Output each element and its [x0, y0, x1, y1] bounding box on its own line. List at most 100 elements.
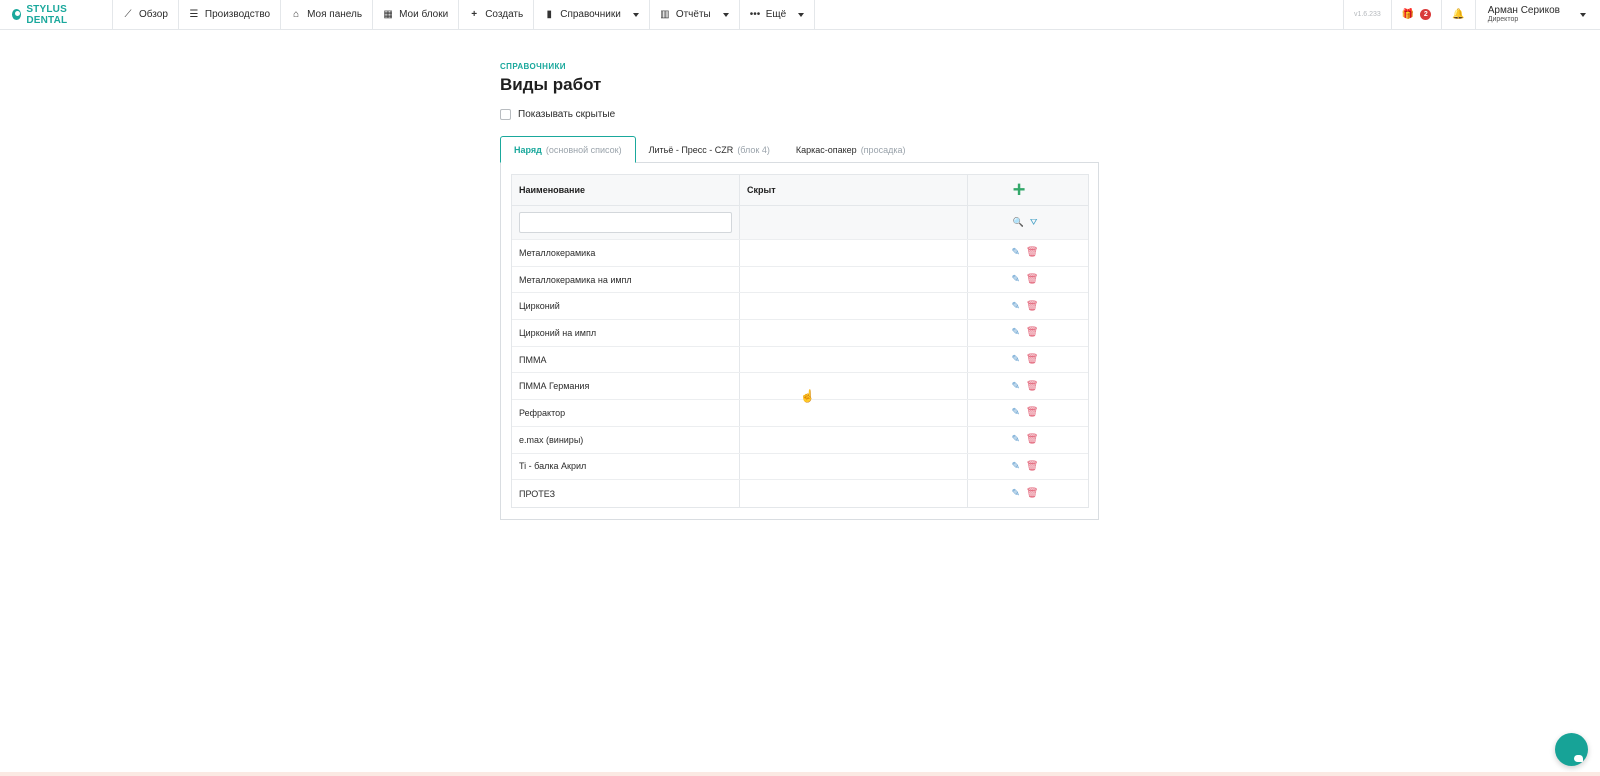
table-row[interactable]: Металлокерамика ✎ 🗑: [512, 240, 1088, 267]
list-icon: ☰: [189, 9, 199, 20]
show-hidden-toggle[interactable]: Показывать скрытые: [500, 109, 1100, 120]
plus-icon: +: [471, 9, 478, 20]
table-row[interactable]: Металлокерамика на импл ✎ 🗑: [512, 266, 1088, 294]
nav-reports[interactable]: ▥ Отчёты: [650, 0, 740, 29]
row-hidden-cell: [740, 400, 968, 426]
row-name-cell: ПРОТЕЗ: [512, 480, 740, 507]
edit-pencil-icon[interactable]: ✎: [1011, 488, 1019, 499]
add-button[interactable]: +: [1013, 179, 1026, 201]
notifications-button[interactable]: 🔔: [1441, 0, 1474, 29]
nav-more[interactable]: ••• Ещё: [740, 0, 816, 29]
row-name-cell: ПММА: [512, 346, 740, 373]
user-name: Арман Сериков: [1487, 5, 1560, 17]
show-hidden-checkbox[interactable]: [500, 109, 511, 120]
nav-overview[interactable]: ⟋ Обзор: [113, 0, 179, 29]
chat-widget-button[interactable]: [1555, 733, 1588, 766]
chart-line-icon: ⟋: [124, 9, 132, 20]
delete-trash-icon[interactable]: 🗑: [1026, 247, 1039, 258]
delete-trash-icon[interactable]: 🗑: [1026, 407, 1039, 418]
chevron-down-icon: [632, 12, 639, 17]
row-name-cell: Металлокерамика на импл: [512, 266, 740, 293]
gift-button[interactable]: 🎁 2: [1390, 0, 1441, 29]
delete-trash-icon[interactable]: 🗑: [1026, 488, 1039, 499]
work-types-table: Наименование Скрыт + 🔍 ⛛ Металлокерамика…: [511, 174, 1089, 508]
edit-pencil-icon[interactable]: ✎: [1011, 247, 1019, 258]
show-hidden-label: Показывать скрытые: [518, 109, 616, 120]
tabs: Наряд (основной список) Литьё - Пресс - …: [500, 136, 1100, 163]
edit-pencil-icon[interactable]: ✎: [1011, 354, 1019, 365]
row-name-cell: Ti - балка Акрил: [512, 453, 740, 480]
row-hidden-cell: [740, 293, 968, 320]
breadcrumb[interactable]: СПРАВОЧНИКИ: [500, 62, 1100, 71]
nav-my-panel-label: Моя панель: [307, 9, 363, 20]
table-row[interactable]: Ti - балка Акрил ✎ 🗑: [512, 453, 1088, 481]
row-name-cell: Металлокерамика: [512, 240, 740, 266]
row-hidden-cell: [740, 453, 968, 480]
delete-trash-icon[interactable]: 🗑: [1026, 461, 1039, 472]
app-version: v1.6.233: [1342, 0, 1391, 29]
delete-trash-icon[interactable]: 🗑: [1026, 381, 1039, 392]
user-menu[interactable]: Арман Сериков Директор: [1474, 0, 1600, 29]
nav-more-label: Ещё: [765, 9, 787, 20]
tab-naryad[interactable]: Наряд (основной список): [500, 136, 636, 163]
nav-reports-label: Отчёты: [675, 9, 711, 20]
home-icon: ⌂: [293, 9, 300, 20]
nav-my-blocks[interactable]: ▦ Мои блоки: [373, 0, 460, 29]
row-hidden-cell: [740, 346, 968, 373]
tooth-logo-icon: [12, 9, 22, 20]
nav-overview-label: Обзор: [139, 9, 168, 20]
edit-pencil-icon[interactable]: ✎: [1011, 434, 1019, 445]
chevron-down-icon: [1580, 12, 1586, 17]
filter-icon[interactable]: ⛛: [1030, 217, 1038, 228]
tab-casting[interactable]: Литьё - Пресс - CZR (блок 4): [636, 136, 783, 163]
table-row[interactable]: Цирконий ✎ 🗑: [512, 293, 1088, 321]
delete-trash-icon[interactable]: 🗑: [1026, 301, 1039, 312]
table-header: Наименование Скрыт +: [512, 175, 1088, 206]
table-row[interactable]: e.max (виниры) ✎ 🗑: [512, 426, 1088, 454]
tab-frame-opaquer[interactable]: Каркас-опакер (просадка): [783, 136, 919, 163]
nav-references[interactable]: ▮ Справочники: [534, 0, 650, 29]
row-hidden-cell: [740, 426, 968, 453]
bell-icon: 🔔: [1452, 9, 1465, 20]
gift-icon: 🎁: [1401, 9, 1415, 20]
delete-trash-icon[interactable]: 🗑: [1026, 354, 1039, 365]
row-hidden-cell: [740, 266, 968, 293]
nav-my-panel[interactable]: ⌂ Моя панель: [281, 0, 374, 29]
row-name-cell: ПММА Германия: [512, 373, 740, 400]
column-header-name[interactable]: Наименование: [512, 175, 740, 205]
nav-production[interactable]: ☰ Производство: [179, 0, 282, 29]
tab-label: Литьё - Пресс - CZR: [648, 144, 734, 155]
nav-references-label: Справочники: [560, 9, 621, 20]
name-filter-input[interactable]: [519, 212, 732, 233]
brand-logo[interactable]: STYLUS DENTAL: [0, 0, 113, 29]
filter-row: 🔍 ⛛: [512, 206, 1088, 240]
edit-pencil-icon[interactable]: ✎: [1011, 407, 1019, 418]
table-row[interactable]: ПММА ✎ 🗑: [512, 346, 1088, 374]
table-row[interactable]: Цирконий на импл ✎ 🗑: [512, 320, 1088, 347]
gift-badge: 2: [1420, 9, 1432, 20]
edit-pencil-icon[interactable]: ✎: [1011, 381, 1019, 392]
tab-label: Наряд: [514, 144, 542, 155]
tab-label: Каркас-опакер: [795, 144, 857, 155]
delete-trash-icon[interactable]: 🗑: [1026, 327, 1039, 338]
edit-pencil-icon[interactable]: ✎: [1011, 327, 1019, 338]
search-icon[interactable]: 🔍: [1013, 217, 1024, 228]
bar-chart-icon: ▥: [660, 9, 670, 20]
nav-create-label: Создать: [485, 9, 524, 20]
edit-pencil-icon[interactable]: ✎: [1011, 461, 1019, 472]
table-row[interactable]: ПРОТЕЗ ✎ 🗑: [512, 480, 1088, 507]
table-body: Металлокерамика ✎ 🗑 Металлокерамика на импл…: [512, 240, 1088, 507]
page-title: Виды работ: [500, 75, 602, 94]
edit-pencil-icon[interactable]: ✎: [1011, 274, 1019, 285]
table-row[interactable]: Рефрактор ✎ 🗑: [512, 400, 1088, 427]
nav-create[interactable]: + Создать: [459, 0, 535, 29]
delete-trash-icon[interactable]: 🗑: [1026, 434, 1039, 445]
delete-trash-icon[interactable]: 🗑: [1026, 274, 1039, 285]
tab-sublabel: (основной список): [545, 144, 622, 155]
mouse-cursor: ☝: [800, 389, 815, 403]
column-header-hidden[interactable]: Скрыт: [740, 175, 968, 205]
brand-name: STYLUS DENTAL: [26, 3, 68, 26]
edit-pencil-icon[interactable]: ✎: [1011, 301, 1019, 312]
top-navbar: STYLUS DENTAL ⟋ Обзор ☰ Производство ⌂ М…: [0, 0, 1600, 30]
